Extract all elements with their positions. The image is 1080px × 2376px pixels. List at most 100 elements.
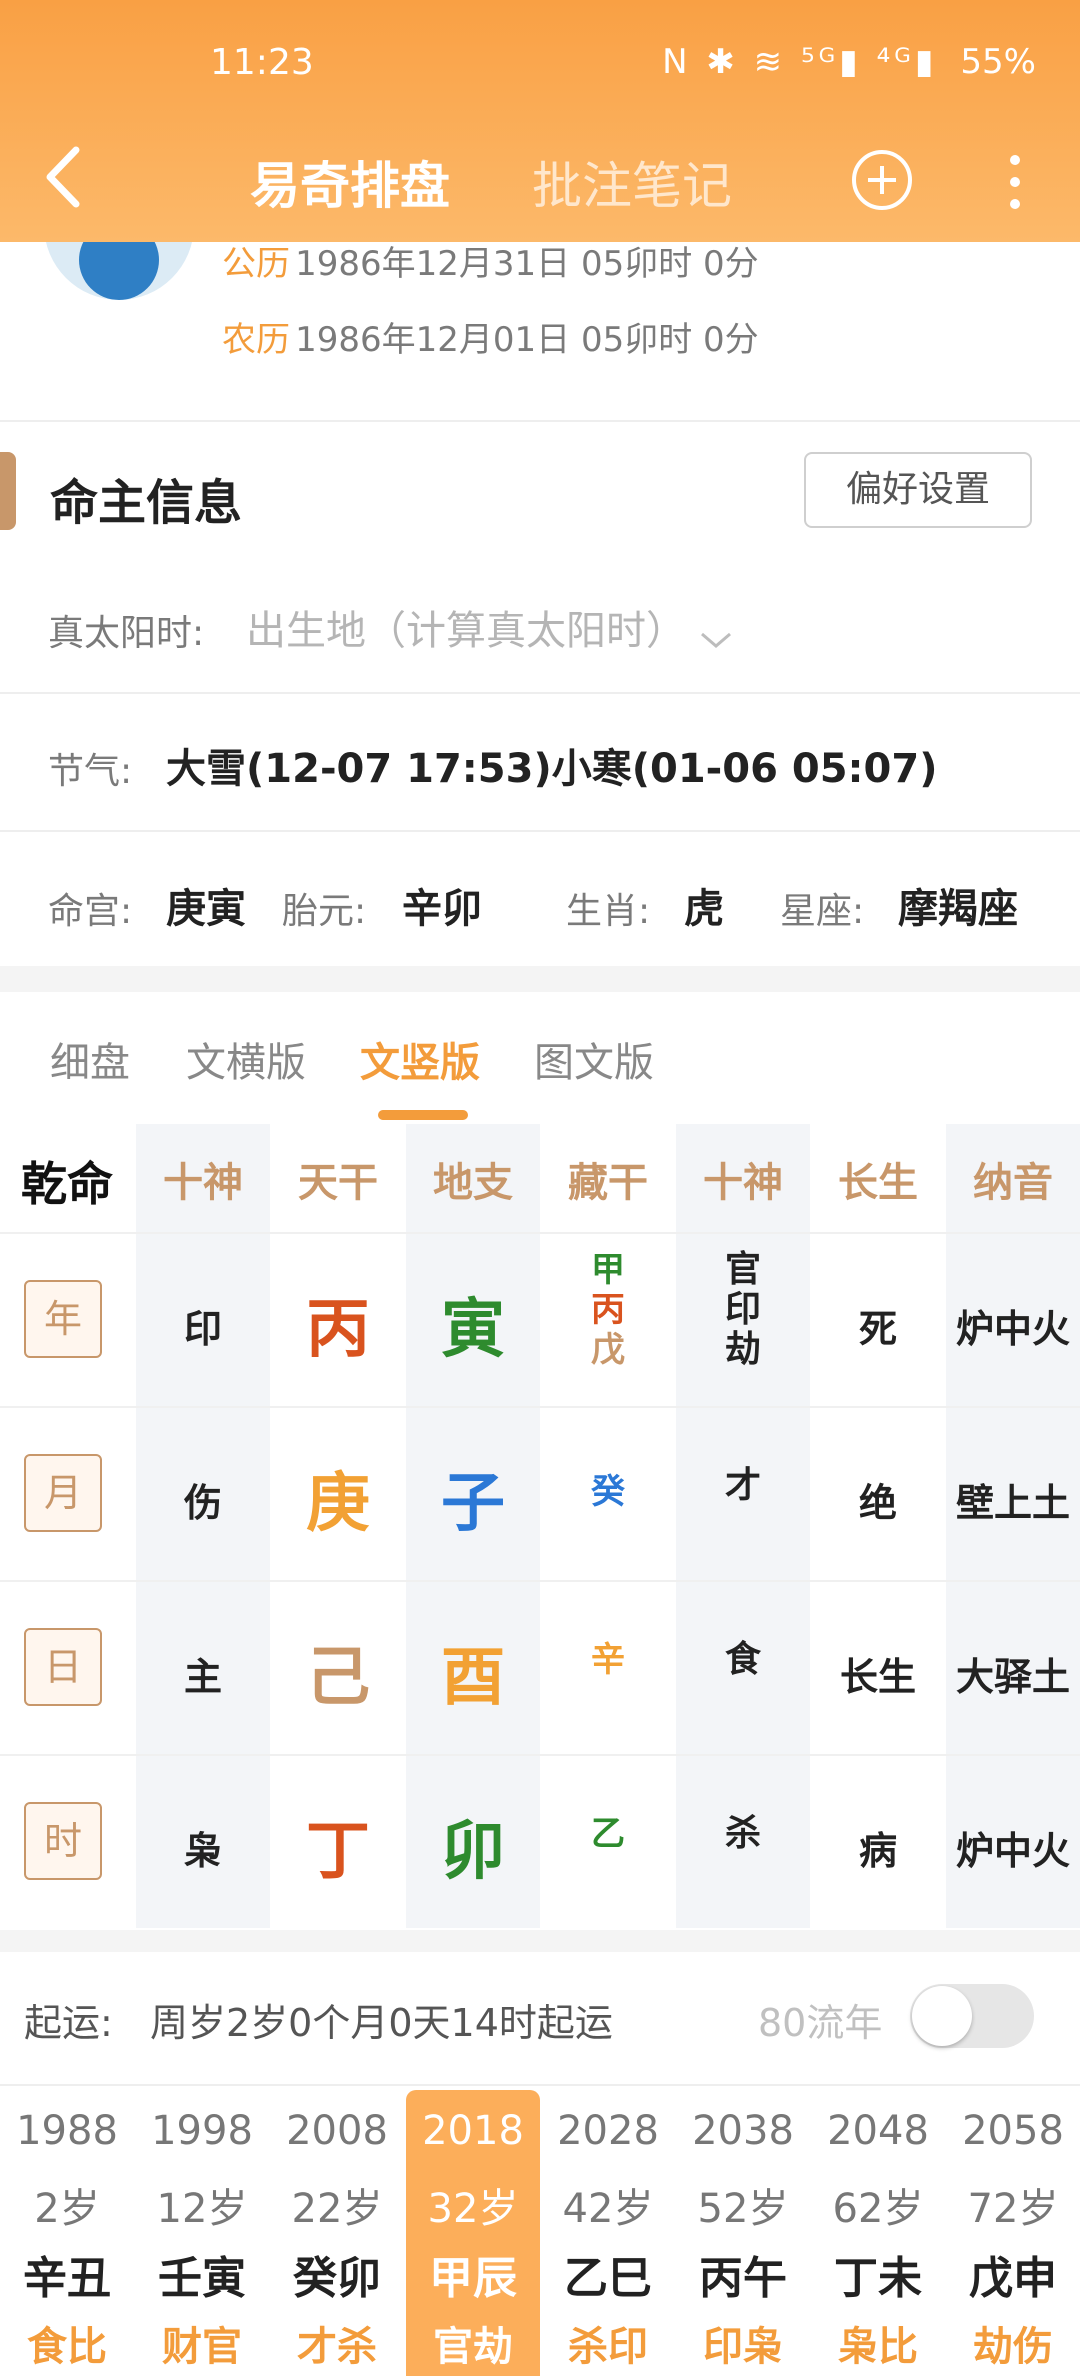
divider: [0, 830, 1080, 832]
solar-time-label: 真太阳时:: [48, 613, 205, 654]
header-changsheng: 长生: [838, 1160, 918, 1206]
row-label-day: 日: [24, 1628, 102, 1706]
shengxiao-label: 生肖:: [566, 891, 651, 932]
day-nayin: 大驿土: [955, 1655, 1070, 1699]
dayun-ganzhi: 癸卯: [293, 2253, 381, 2304]
tab-tuwen[interactable]: 图文版: [534, 1030, 654, 1088]
more-icon[interactable]: [1000, 150, 1030, 214]
divider: [0, 692, 1080, 694]
tab-wenshu[interactable]: 文竖版: [360, 1030, 480, 1088]
tab-wenheng[interactable]: 文横版: [186, 1030, 306, 1088]
back-arrow-icon[interactable]: [40, 142, 88, 212]
dayun-shishen: 官劫: [433, 2324, 513, 2370]
column-bg: [676, 1124, 810, 1928]
dayun-age: 72岁: [967, 2186, 1059, 2232]
jieqi-label: 节气:: [48, 751, 133, 792]
taiyuan-label: 胎元:: [282, 891, 367, 932]
month-zhi: 子: [441, 1467, 505, 1541]
solar-value: 1986年12月31日 05卯时 0分: [295, 244, 759, 284]
dayun-age: 42岁: [562, 2186, 654, 2232]
dayun-item[interactable]: 1988 2岁 辛丑 食比: [0, 2090, 134, 2376]
signal-icons: N ✱ ≋ ⁵ᴳ▮ ⁴ᴳ▮: [662, 42, 938, 82]
day-changsheng: 长生: [839, 1655, 916, 1699]
hour-canggan: 乙: [591, 1814, 625, 1854]
dayun-ganzhi: 丙午: [699, 2253, 787, 2304]
month-shishen2: 才: [724, 1465, 761, 1506]
app-header: 11:23 N ✱ ≋ ⁵ᴳ▮ ⁴ᴳ▮ 55% 易奇排盘 批注笔记: [0, 0, 1080, 242]
tab-xipan[interactable]: 细盘: [50, 1030, 130, 1088]
month-changsheng: 绝: [858, 1481, 897, 1525]
canggan-item: 甲: [591, 1250, 625, 1290]
row-divider: [0, 1754, 1080, 1756]
jieqi-value: 大雪(12-07 17:53)小寒(01-06 05:07): [166, 746, 938, 792]
tab-paipan[interactable]: 易奇排盘: [250, 146, 450, 218]
month-canggan: 癸: [591, 1472, 625, 1512]
liunian-toggle[interactable]: [910, 1984, 1034, 2048]
dayun-year: 2018: [422, 2108, 524, 2154]
year-nayin: 炉中火: [955, 1307, 1070, 1351]
add-icon[interactable]: [850, 148, 914, 212]
dayun-year: 2028: [557, 2108, 659, 2154]
hour-nayin: 炉中火: [955, 1829, 1070, 1873]
header-nayin: 纳音: [973, 1160, 1053, 1206]
year-gan: 丙: [306, 1293, 370, 1367]
dayun-item-current[interactable]: 2018 32岁 甲辰 官劫: [406, 2090, 540, 2376]
section-gap: [0, 966, 1080, 992]
dayun-ganzhi: 辛丑: [23, 2253, 111, 2304]
status-time: 11:23: [210, 42, 314, 83]
year-canggan: 甲 丙 戊: [541, 1250, 675, 1370]
dayun-shishen: 杀印: [568, 2324, 648, 2370]
hour-shishen: 枭: [183, 1829, 222, 1873]
dayun-age: 52岁: [697, 2186, 789, 2232]
dayun-ganzhi: 丁未: [834, 2253, 922, 2304]
section-title: 命主信息: [50, 475, 243, 531]
dayun-year: 1998: [151, 2108, 253, 2154]
dayun-item[interactable]: 2038 52岁 丙午 印枭: [676, 2090, 810, 2376]
header-dizhi: 地支: [433, 1160, 513, 1206]
dayun-age: 22岁: [291, 2186, 383, 2232]
solar-time-select[interactable]: 出生地（计算真太阳时）: [246, 598, 733, 656]
dayun-ganzhi: 戊申: [969, 2253, 1057, 2304]
year-changsheng: 死: [858, 1307, 897, 1351]
header-shishen2: 十神: [703, 1160, 783, 1206]
row-divider: [0, 1232, 1080, 1234]
dayun-item[interactable]: 2028 42岁 乙巳 杀印: [541, 2090, 675, 2376]
canggan-item: 丙: [591, 1290, 625, 1330]
shishen-item: 劫: [724, 1329, 761, 1370]
divider: [0, 2084, 1080, 2086]
dayun-year: 2008: [286, 2108, 388, 2154]
dayun-age: 62岁: [832, 2186, 924, 2232]
solar-date: 公历 1986年12月31日 05卯时 0分: [222, 236, 759, 285]
dayun-shishen: 枭比: [838, 2324, 918, 2370]
year-shishen: 印: [183, 1307, 222, 1351]
qianming-label: 乾命: [21, 1157, 113, 1211]
month-shishen: 伤: [183, 1481, 222, 1525]
section-marker: [0, 452, 16, 530]
dayun-year: 2058: [962, 2108, 1064, 2154]
battery-level: 55%: [960, 42, 1036, 82]
dayun-shishen: 劫伤: [973, 2324, 1053, 2370]
minggong-value: 庚寅: [166, 886, 246, 932]
dayun-age: 2岁: [34, 2186, 100, 2232]
year-shishen2: 官 印 劫: [676, 1250, 810, 1370]
dayun-year: 1988: [16, 2108, 118, 2154]
hour-changsheng: 病: [858, 1829, 897, 1873]
shishen-item: 官: [724, 1249, 761, 1290]
hour-zhi: 卯: [441, 1815, 505, 1889]
row-divider: [0, 1580, 1080, 1582]
status-indicators: N ✱ ≋ ⁵ᴳ▮ ⁴ᴳ▮ 55%: [662, 42, 1036, 82]
dayun-item[interactable]: 2058 72岁 戊申 劫伤: [946, 2090, 1080, 2376]
chevron-down-icon: [701, 632, 732, 648]
dayun-year: 2048: [827, 2108, 929, 2154]
tab-notes[interactable]: 批注笔记: [532, 146, 732, 218]
dayun-item[interactable]: 1998 12岁 壬寅 财官: [135, 2090, 269, 2376]
minggong-label: 命宫:: [48, 891, 133, 932]
dayun-item[interactable]: 2048 62岁 丁未 枭比: [811, 2090, 945, 2376]
month-nayin: 壁上土: [955, 1481, 1070, 1525]
dayun-ganzhi: 甲辰: [429, 2253, 517, 2304]
dayun-item[interactable]: 2008 22岁 癸卯 才杀: [270, 2090, 404, 2376]
header-canggan: 藏干: [568, 1160, 648, 1206]
shishen-item: 印: [724, 1289, 761, 1330]
preference-button[interactable]: 偏好设置: [804, 452, 1032, 528]
year-zhi: 寅: [441, 1293, 505, 1367]
